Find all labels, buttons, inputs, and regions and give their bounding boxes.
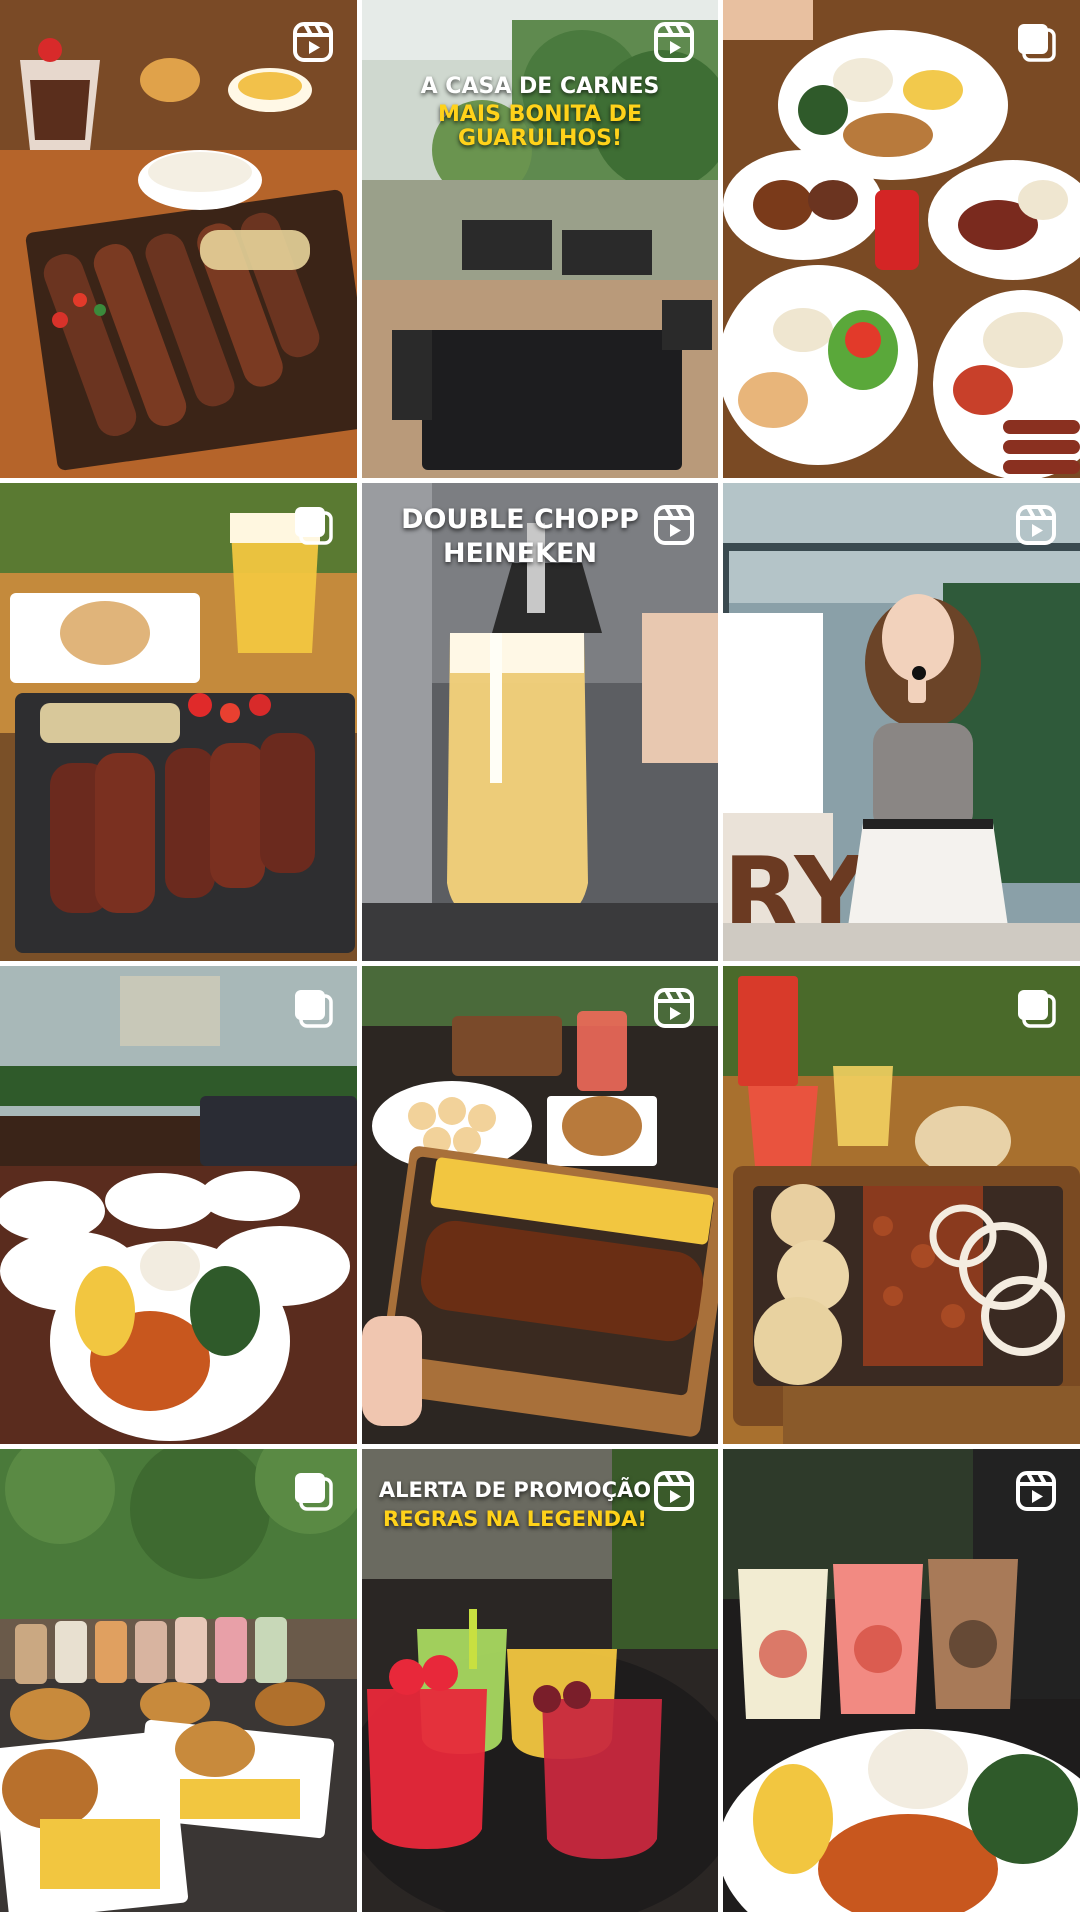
post-thumbnail	[0, 0, 357, 478]
post-thumbnail	[0, 483, 357, 961]
post-caption-overlay: A CASA DE CARNES MAIS BONITA DE GUARULHO…	[362, 74, 718, 152]
reel-icon	[1014, 1469, 1058, 1513]
post-tile[interactable]	[723, 966, 1080, 1444]
post-tile[interactable]: ALERTA DE PROMOÇÃO REGRAS NA LEGENDA!	[362, 1449, 718, 1912]
overlay-line-1: A CASA DE CARNES	[420, 74, 660, 99]
post-thumbnail	[362, 0, 718, 478]
reel-icon	[652, 20, 696, 64]
post-thumbnail	[0, 966, 357, 1444]
reel-icon	[291, 20, 335, 64]
post-grid: A CASA DE CARNES MAIS BONITA DE GUARULHO…	[0, 0, 1080, 1912]
carousel-icon	[291, 503, 335, 547]
post-tile[interactable]	[0, 966, 357, 1444]
carousel-icon	[291, 986, 335, 1030]
post-thumbnail: RY	[723, 483, 1080, 961]
post-thumbnail	[723, 966, 1080, 1444]
post-tile[interactable]	[362, 966, 718, 1444]
post-tile[interactable]: DOUBLE CHOPP HEINEKEN	[362, 483, 718, 961]
post-thumbnail	[723, 1449, 1080, 1912]
reel-icon	[652, 1469, 696, 1513]
overlay-line-2: MAIS BONITA DE GUARULHOS!	[438, 102, 642, 152]
post-tile[interactable]: RY	[723, 483, 1080, 961]
post-tile[interactable]	[0, 1449, 357, 1912]
post-thumbnail	[0, 1449, 357, 1912]
post-tile[interactable]: A CASA DE CARNES MAIS BONITA DE GUARULHO…	[362, 0, 718, 478]
carousel-icon	[1014, 20, 1058, 64]
post-thumbnail	[362, 966, 718, 1444]
carousel-icon	[291, 1469, 335, 1513]
post-thumbnail	[723, 0, 1080, 478]
carousel-icon	[1014, 986, 1058, 1030]
post-tile[interactable]	[0, 0, 357, 478]
reel-icon	[1014, 503, 1058, 547]
post-tile[interactable]	[723, 1449, 1080, 1912]
reel-icon	[652, 503, 696, 547]
reel-icon	[652, 986, 696, 1030]
post-tile[interactable]	[0, 483, 357, 961]
post-tile[interactable]	[723, 0, 1080, 478]
